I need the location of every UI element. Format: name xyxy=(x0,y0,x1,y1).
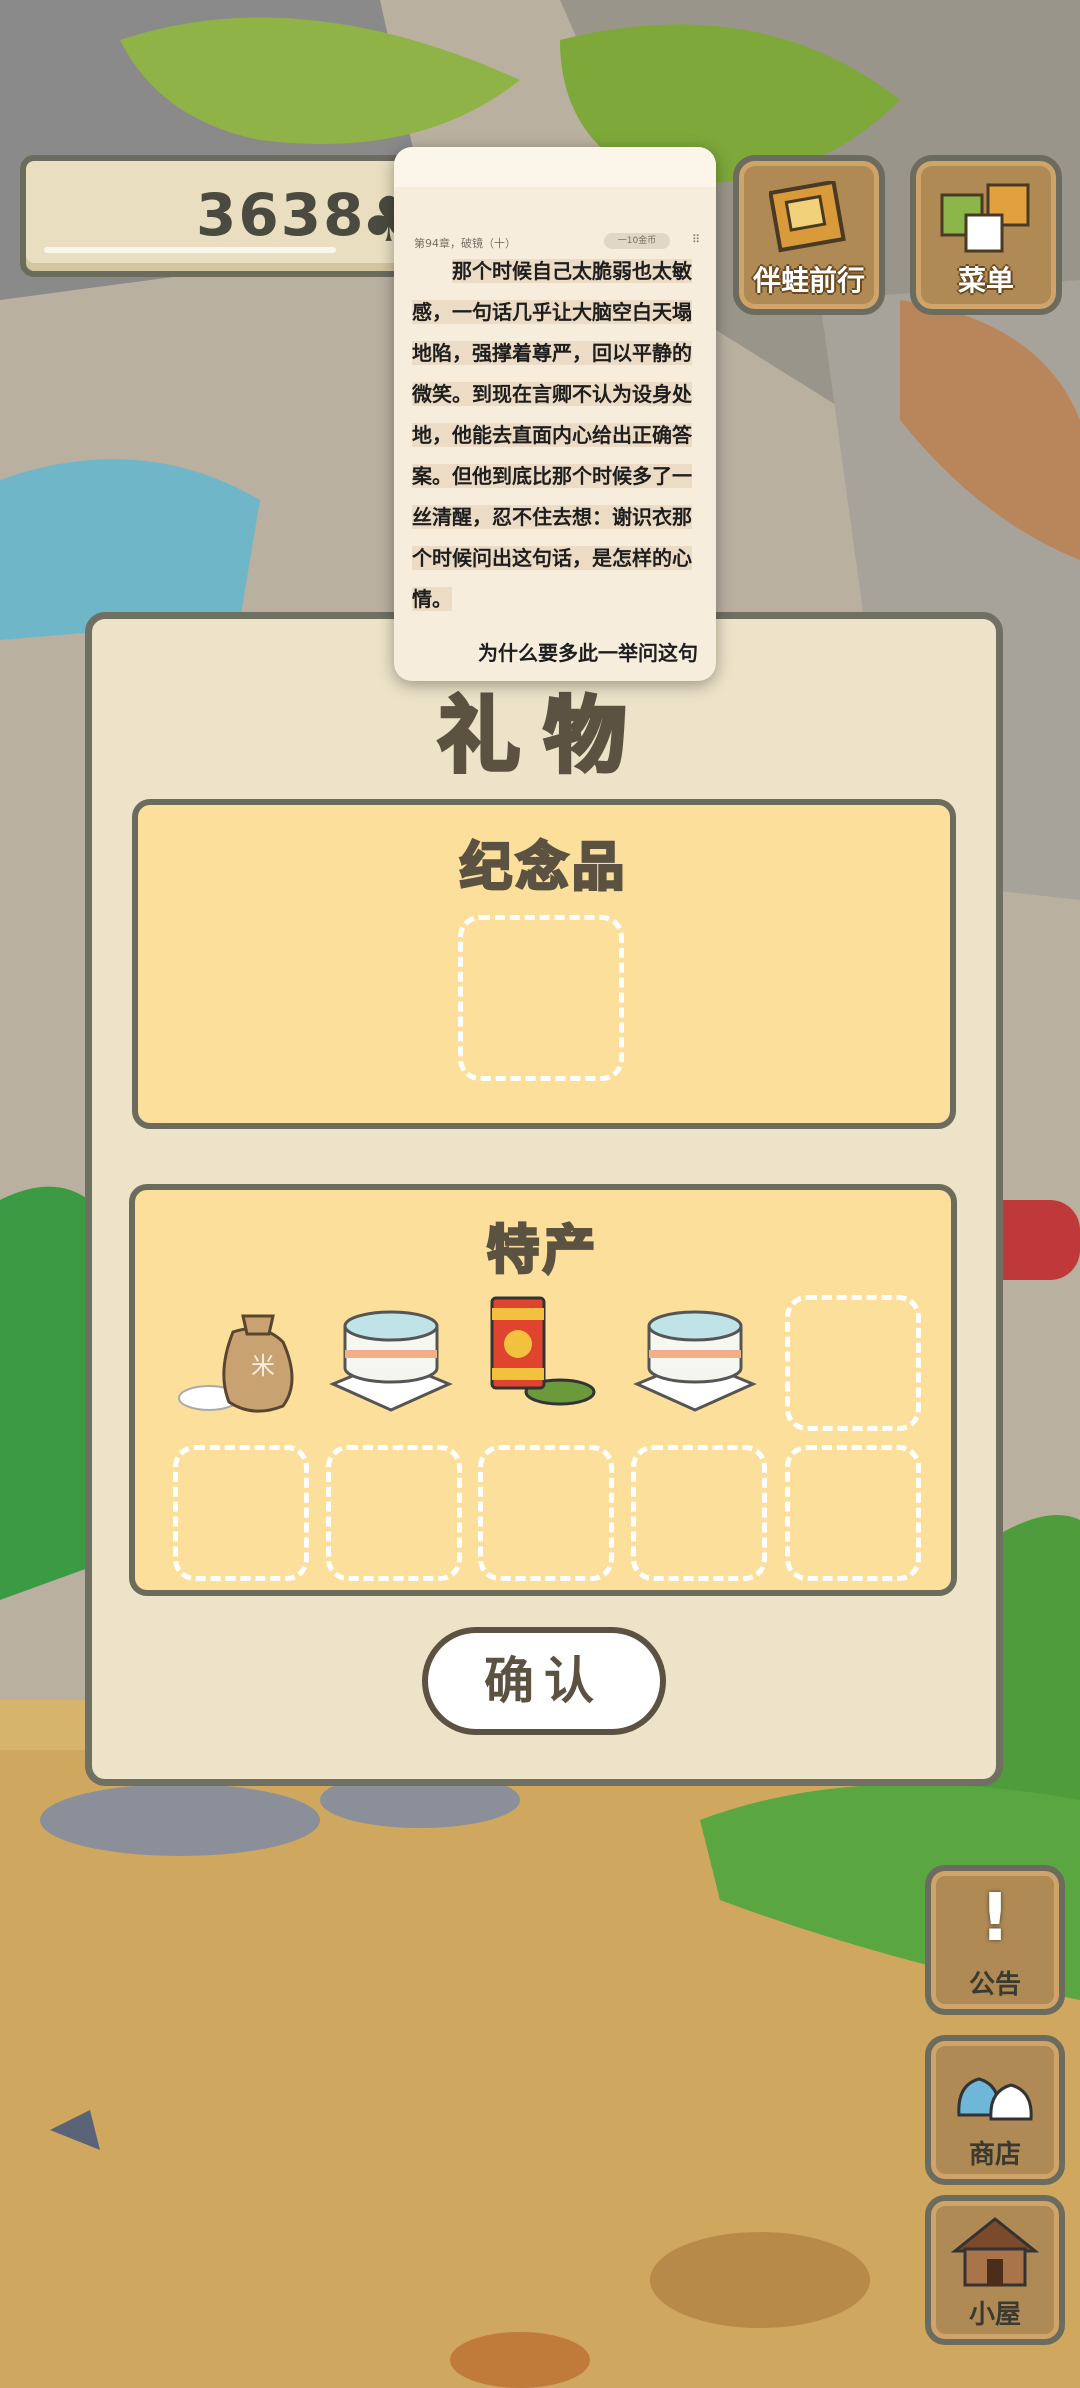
souvenir-label: 纪念品 xyxy=(458,837,628,900)
shop-bags-icon xyxy=(957,2077,1033,2121)
shop-button[interactable]: 商店 xyxy=(925,2035,1065,2185)
svg-text:米: 米 xyxy=(251,1352,275,1380)
menu-button[interactable]: 菜单 xyxy=(910,155,1062,315)
travel-with-frog-button[interactable]: 伴蛙前行 xyxy=(733,155,885,315)
popup-top-bar xyxy=(394,147,716,187)
house-icon xyxy=(951,2217,1039,2287)
photo-album-icon xyxy=(769,181,846,253)
tea-can-icon[interactable] xyxy=(480,1288,600,1418)
reader-popup[interactable]: 第94章，破镜（十） 一10金币 ⠿ 那个时候自己太脆弱也太敏感，一句话几乎让大… xyxy=(394,147,716,681)
confirm-button[interactable]: 确认 xyxy=(422,1627,666,1735)
cake-icon[interactable] xyxy=(325,1298,455,1418)
specialty-panel: 特产 米 xyxy=(129,1184,957,1596)
specialty-label: 特产 xyxy=(485,1220,599,1283)
specialty-slot[interactable] xyxy=(326,1445,462,1581)
rice-bag-icon[interactable]: 米 xyxy=(173,1302,305,1420)
menu-cards-icon xyxy=(940,183,1030,253)
popup-footer: 为什么要多此一举问这句 xyxy=(478,641,698,665)
specialty-slot[interactable] xyxy=(478,1445,614,1581)
specialty-slot[interactable] xyxy=(785,1445,921,1581)
house-button[interactable]: 小屋 xyxy=(925,2195,1065,2345)
specialty-slot[interactable] xyxy=(785,1295,921,1431)
clover-count: 3638 xyxy=(196,181,366,249)
clover-counter: 3638 ♣ xyxy=(20,155,422,277)
chapter-title: 第94章，破镜（十） xyxy=(414,237,516,250)
specialty-slot[interactable] xyxy=(173,1445,309,1581)
notice-button[interactable]: ! 公告 xyxy=(925,1865,1065,2015)
menu-label: 菜单 xyxy=(957,264,1014,297)
cake-icon[interactable] xyxy=(629,1298,759,1418)
popup-body: 那个时候自己太脆弱也太敏感，一句话几乎让大脑空白天塌地陷，强撑着尊严，回以平静的… xyxy=(412,251,702,620)
popup-text: 那个时候自己太脆弱也太敏感，一句话几乎让大脑空白天塌地陷，强撑着尊严，回以平静的… xyxy=(412,259,692,611)
shop-label: 商店 xyxy=(968,2140,1021,2170)
gift-dialog: 礼物 纪念品 特产 米 确认 xyxy=(85,612,1003,1786)
souvenir-panel: 纪念品 xyxy=(132,799,956,1129)
exclamation-icon: ! xyxy=(979,1879,1011,1956)
more-icon[interactable]: ⠿ xyxy=(692,233,700,246)
counter-highlight xyxy=(44,247,336,253)
notice-label: 公告 xyxy=(968,1970,1021,2000)
gift-title: 礼物 xyxy=(436,687,650,786)
specialty-slot[interactable] xyxy=(631,1445,767,1581)
house-label: 小屋 xyxy=(968,2300,1021,2330)
coin-badge[interactable]: 一10金币 xyxy=(604,233,670,249)
travel-with-frog-label: 伴蛙前行 xyxy=(752,264,865,297)
souvenir-slot[interactable] xyxy=(458,915,624,1081)
